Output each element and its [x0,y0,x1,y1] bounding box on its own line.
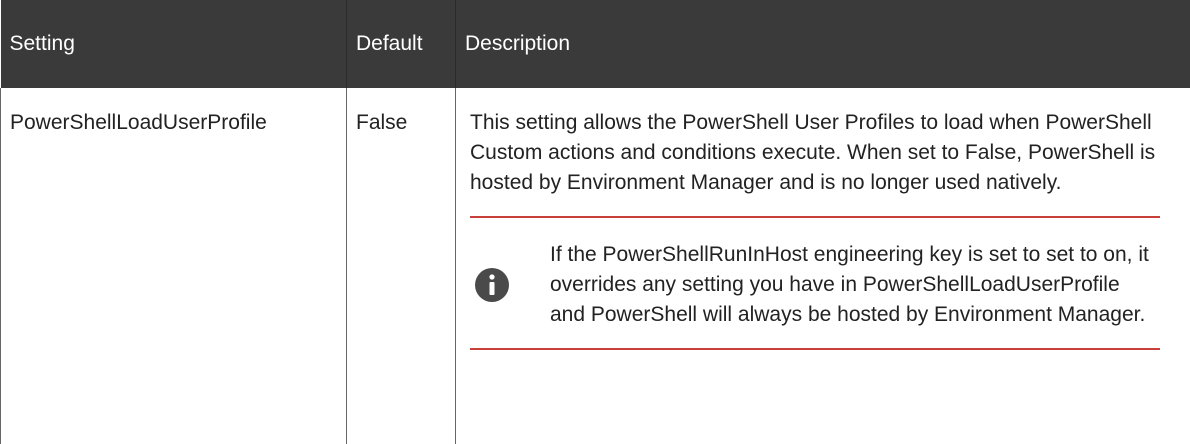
header-setting: Setting [0,0,347,88]
header-default: Default [346,0,456,88]
note-text: If the PowerShellRunInHost engineering k… [550,243,1149,326]
table-header-row: Setting Default Description [0,0,1190,88]
description-text: This setting allows the PowerShell User … [470,111,1156,194]
description-cell: This setting allows the PowerShell User … [455,88,1190,444]
setting-cell: PowerShellLoadUserProfile [0,88,347,444]
info-note: If the PowerShellRunInHost engineering k… [470,216,1160,350]
default-value: False [356,111,408,134]
default-cell: False [346,88,456,444]
info-icon [470,267,514,303]
table-row: PowerShellLoadUserProfile False This set… [0,88,1190,444]
header-description: Description [455,0,1190,88]
settings-table: Setting Default Description PowerShellLo… [0,0,1190,444]
setting-name: PowerShellLoadUserProfile [10,111,267,134]
